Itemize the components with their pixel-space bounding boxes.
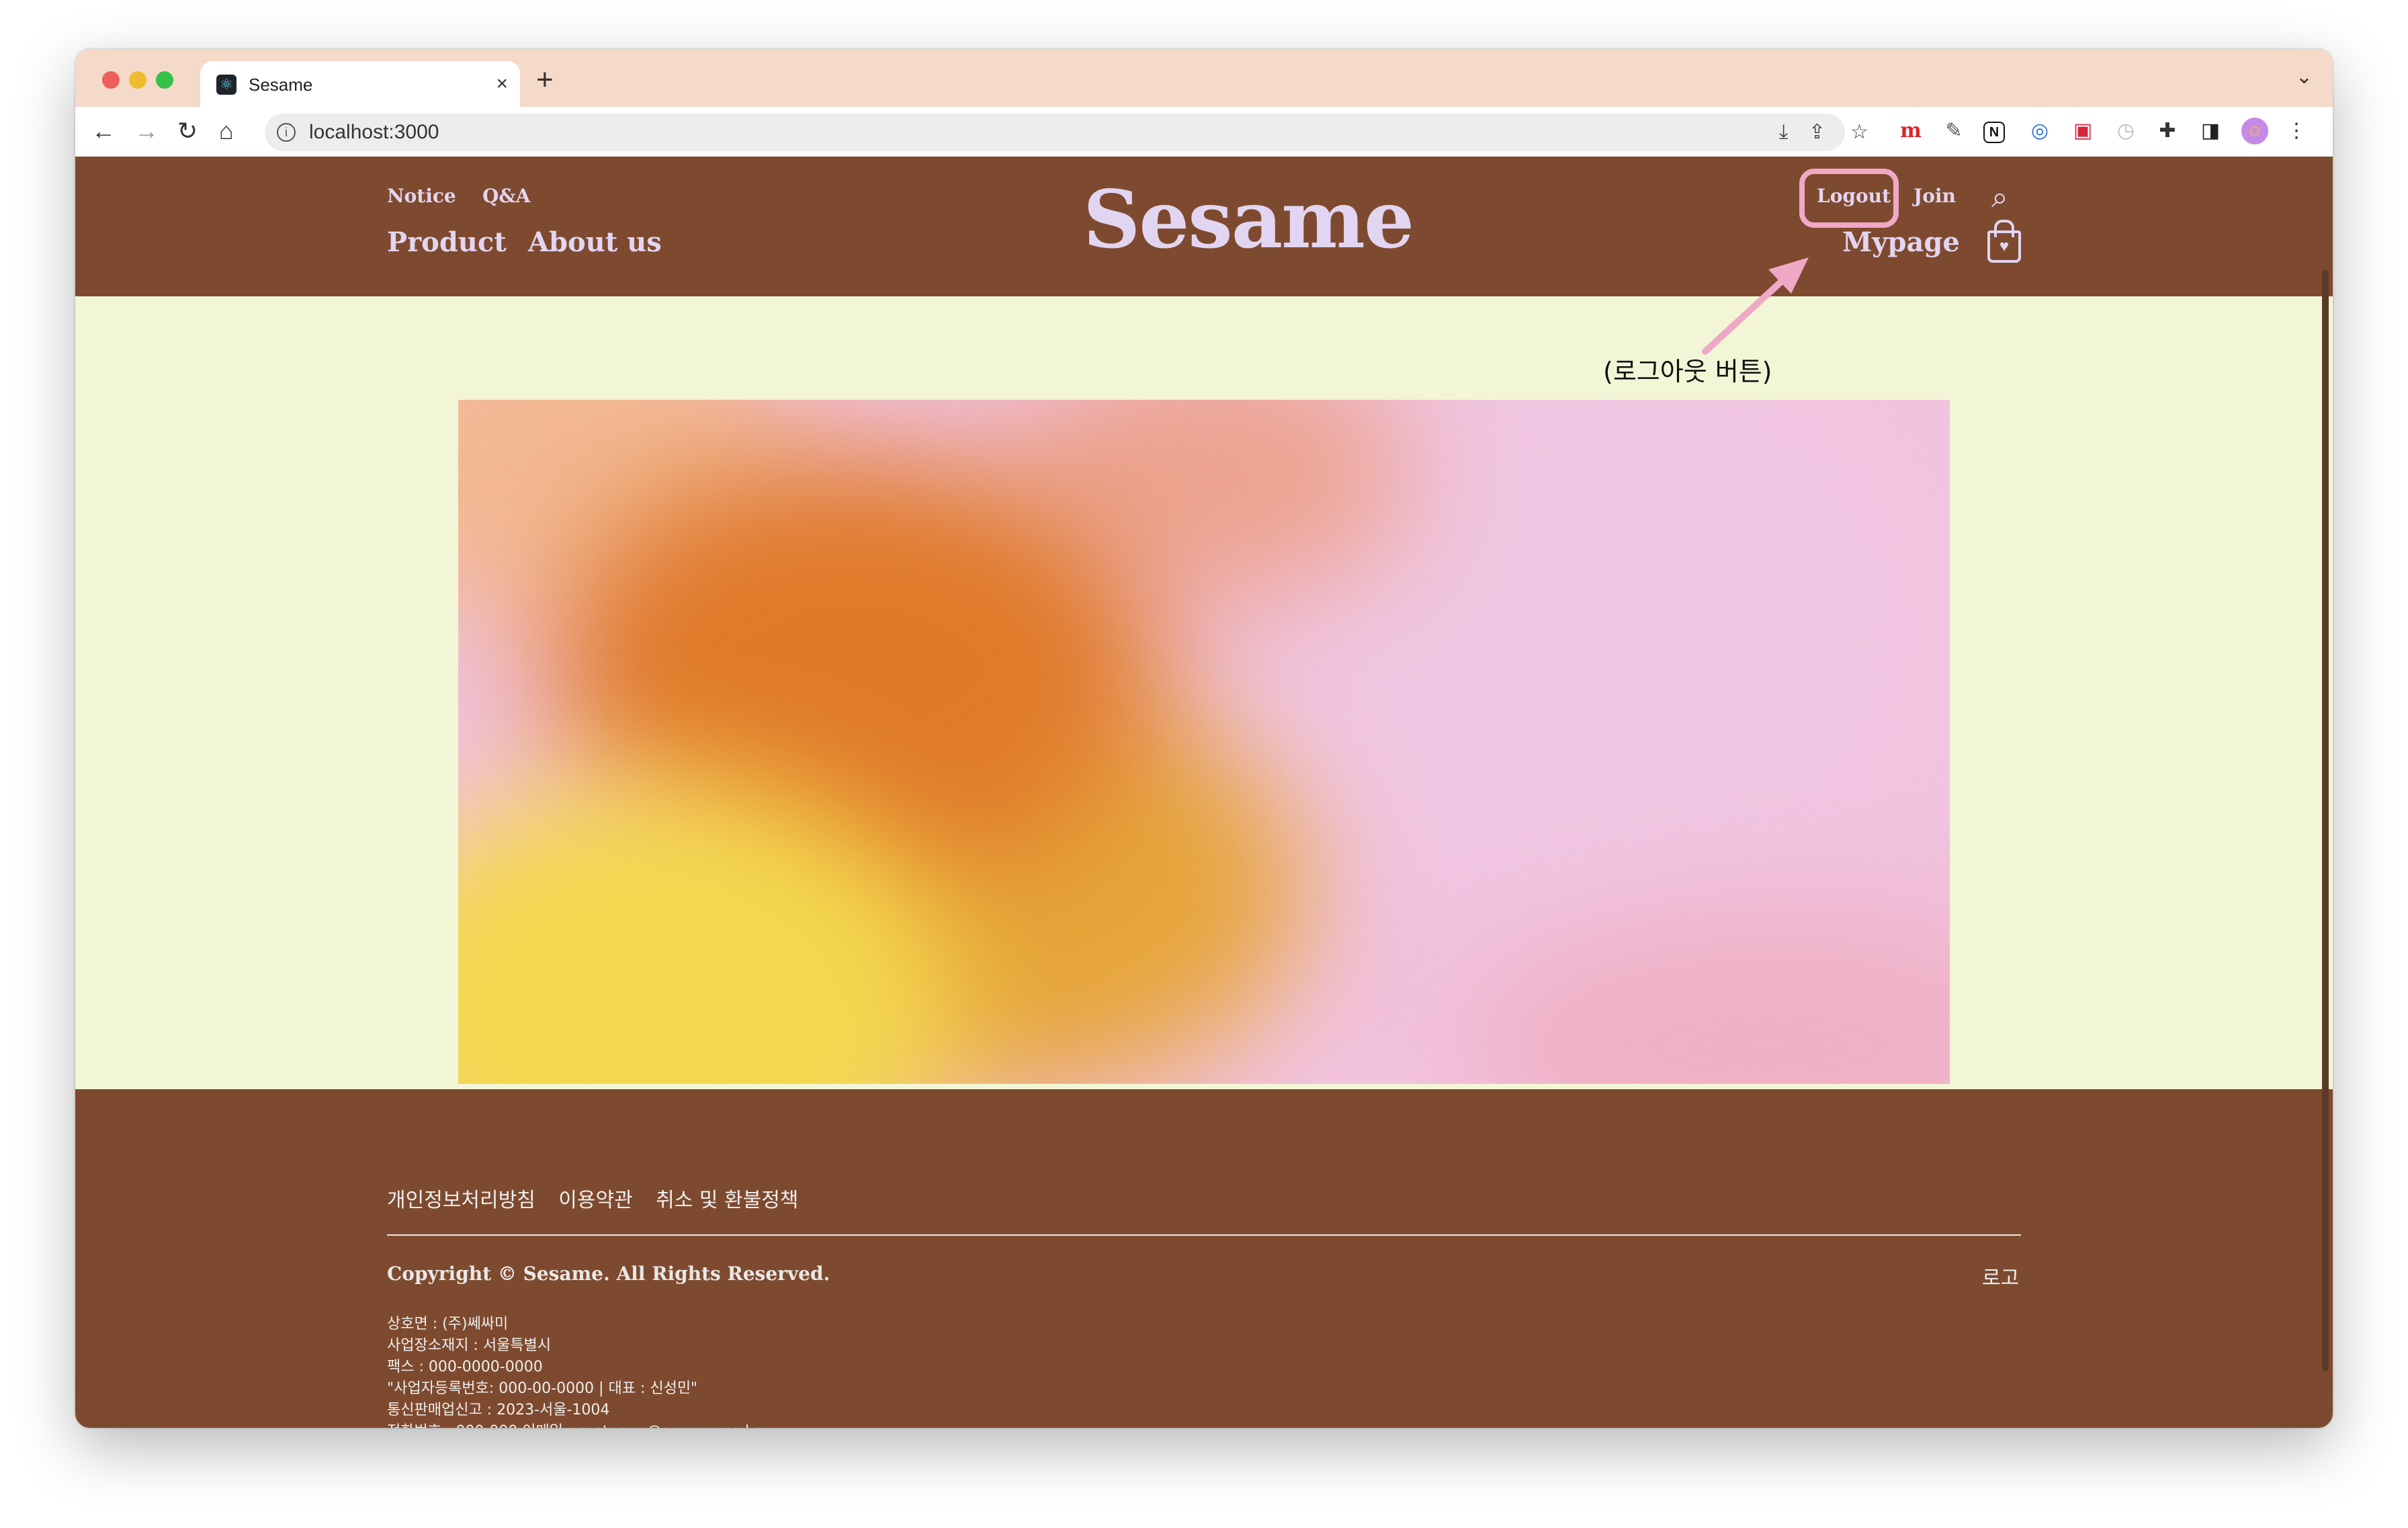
profile-avatar-icon[interactable]: ☺ xyxy=(2241,118,2268,144)
red-extension-icon[interactable]: ▣ xyxy=(2069,118,2096,144)
tab-bar: ⚛ Sesame × + ⌄ xyxy=(75,49,2333,107)
side-panel-icon[interactable]: ◨ xyxy=(2197,118,2224,144)
footer-divider xyxy=(387,1234,2021,1236)
web-page: Notice Q&A Product About us Sesame Logou… xyxy=(75,157,2333,1428)
react-favicon-icon: ⚛ xyxy=(216,75,236,95)
business-info: 상호면 : (주)쎄싸미 사업장소재지 : 서울특별시 팩스 : 000-000… xyxy=(387,1314,760,1428)
home-icon[interactable]: ⌂ xyxy=(219,116,234,146)
hero-gradient-image xyxy=(458,400,1950,1084)
address-toolbar: ← → ↻ ⌂ i localhost:3000 ⤓ ⇪ ☆ m ✎ N ◎ ▣… xyxy=(75,107,2333,157)
annotation-arrow xyxy=(1702,257,1809,355)
footer-links: 개인정보처리방침 이용약관 취소 및 환불정책 xyxy=(387,1183,818,1213)
browser-window: ⚛ Sesame × + ⌄ ← → ↻ ⌂ i localhost:3000 … xyxy=(75,49,2333,1428)
refund-policy-link[interactable]: 취소 및 환불정책 xyxy=(656,1189,798,1212)
minimize-window-button[interactable] xyxy=(129,71,146,89)
timer-extension-icon[interactable]: ◷ xyxy=(2112,118,2139,144)
privacy-policy-link[interactable]: 개인정보처리방침 xyxy=(387,1189,535,1212)
terms-link[interactable]: 이용약관 xyxy=(558,1189,632,1212)
tab-close-icon[interactable]: × xyxy=(496,72,508,96)
forward-arrow-icon[interactable]: → xyxy=(134,116,159,146)
maximize-window-button[interactable] xyxy=(156,71,173,89)
install-app-icon[interactable]: ⤓ xyxy=(1779,120,1788,144)
business-fax: 팩스 : 000-0000-0000 xyxy=(387,1359,543,1375)
new-tab-button[interactable]: + xyxy=(536,64,554,96)
business-name: 상호면 : (주)쎄싸미 xyxy=(387,1316,509,1332)
business-registration: "사업자등록번호: 000-00-0000 | 대표 : 신성민" xyxy=(387,1380,698,1397)
share-icon[interactable]: ⇪ xyxy=(1809,120,1825,144)
site-footer: 개인정보처리방침 이용약관 취소 및 환불정책 Copyright © Sesa… xyxy=(75,1089,2333,1428)
logout-annotation-label: (로그아웃 버튼) xyxy=(1603,357,1772,386)
business-ecommerce-license: 통신판매업신고 : 2023-서울-1004 xyxy=(387,1402,610,1418)
bookmark-star-icon[interactable]: ☆ xyxy=(1850,120,1868,144)
copyright-text: Copyright © Sesame. All Rights Reserved. xyxy=(387,1263,830,1285)
tab-search-chevron-icon[interactable]: ⌄ xyxy=(2296,65,2313,89)
tab-title: Sesame xyxy=(249,75,313,95)
puzzle-extensions-icon[interactable]: ✚ xyxy=(2154,118,2181,144)
eyedropper-extension-icon[interactable]: ✎ xyxy=(1940,118,1967,144)
notion-extension-icon[interactable]: N xyxy=(1983,122,2005,143)
business-contact: 전화번호 : 000-000 이메일 : customer@sesame.co.… xyxy=(387,1421,760,1428)
m-extension-icon[interactable]: m xyxy=(1897,118,1924,144)
compass-extension-icon[interactable]: ◎ xyxy=(2026,118,2053,144)
browser-menu-icon[interactable]: ⋮ xyxy=(2283,118,2310,144)
footer-logo-link[interactable]: 로고 xyxy=(1982,1261,2019,1291)
site-info-icon[interactable]: i xyxy=(277,123,296,142)
business-address: 사업장소재지 : 서울특별시 xyxy=(387,1337,552,1354)
url-text[interactable]: localhost:3000 xyxy=(309,121,439,144)
close-window-button[interactable] xyxy=(102,71,120,89)
reload-icon[interactable]: ↻ xyxy=(177,116,198,146)
browser-tab[interactable]: ⚛ Sesame × xyxy=(200,61,520,107)
back-arrow-icon[interactable]: ← xyxy=(91,116,116,146)
page-scrollbar[interactable] xyxy=(2322,269,2329,1371)
address-bar[interactable]: i localhost:3000 ⤓ ⇪ ☆ xyxy=(265,114,1868,151)
